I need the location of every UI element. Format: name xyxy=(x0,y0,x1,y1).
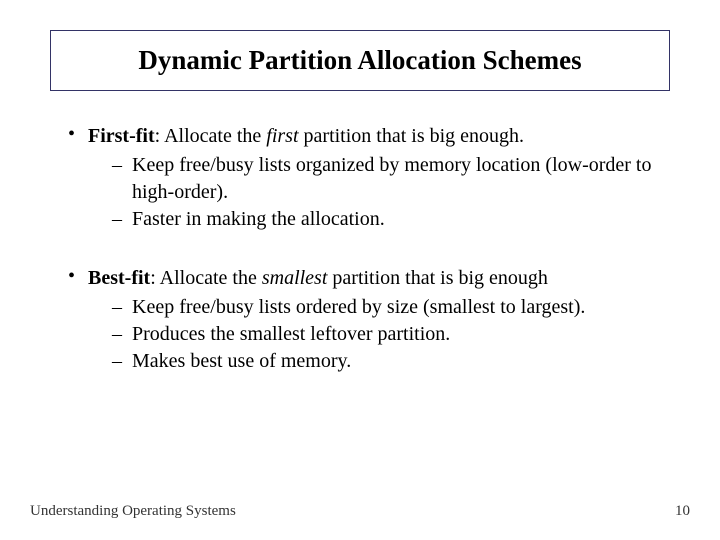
sub-list: – Keep free/busy lists ordered by size (… xyxy=(112,294,660,375)
page-title: Dynamic Partition Allocation Schemes xyxy=(63,45,657,76)
sub-item: – Keep free/busy lists organized by memo… xyxy=(112,152,660,206)
list-item: • Best-fit: Allocate the smallest partit… xyxy=(68,265,660,375)
emphasis: smallest xyxy=(262,267,328,289)
sub-text: Keep free/busy lists ordered by size (sm… xyxy=(132,294,660,321)
dash-marker: – xyxy=(112,152,132,206)
desc-before: : Allocate the xyxy=(150,267,262,289)
list-item: • First-fit: Allocate the first partitio… xyxy=(68,123,660,233)
dash-marker: – xyxy=(112,321,132,348)
sub-item: – Keep free/busy lists ordered by size (… xyxy=(112,294,660,321)
sub-text: Keep free/busy lists organized by memory… xyxy=(132,152,660,206)
bullet-body: First-fit: Allocate the first partition … xyxy=(88,123,660,233)
sub-text: Produces the smallest leftover partition… xyxy=(132,321,660,348)
desc-after: partition that is big enough. xyxy=(299,125,525,147)
bullet-marker: • xyxy=(68,123,88,233)
title-box: Dynamic Partition Allocation Schemes xyxy=(50,30,670,91)
dash-marker: – xyxy=(112,206,132,233)
sub-item: – Faster in making the allocation. xyxy=(112,206,660,233)
sub-item: – Produces the smallest leftover partiti… xyxy=(112,321,660,348)
page-number: 10 xyxy=(675,503,690,520)
bullet-body: Best-fit: Allocate the smallest partitio… xyxy=(88,265,660,375)
dash-marker: – xyxy=(112,348,132,375)
spacer xyxy=(68,237,660,265)
bullet-marker: • xyxy=(68,265,88,375)
sub-list: – Keep free/busy lists organized by memo… xyxy=(112,152,660,233)
desc-before: : Allocate the xyxy=(155,125,267,147)
term-label: First-fit xyxy=(88,125,155,147)
content-area: • First-fit: Allocate the first partitio… xyxy=(50,123,670,375)
dash-marker: – xyxy=(112,294,132,321)
desc-after: partition that is big enough xyxy=(327,267,548,289)
term-label: Best-fit xyxy=(88,267,150,289)
emphasis: first xyxy=(266,125,298,147)
sub-text: Faster in making the allocation. xyxy=(132,206,660,233)
sub-item: – Makes best use of memory. xyxy=(112,348,660,375)
sub-text: Makes best use of memory. xyxy=(132,348,660,375)
footer-left: Understanding Operating Systems xyxy=(30,503,236,520)
